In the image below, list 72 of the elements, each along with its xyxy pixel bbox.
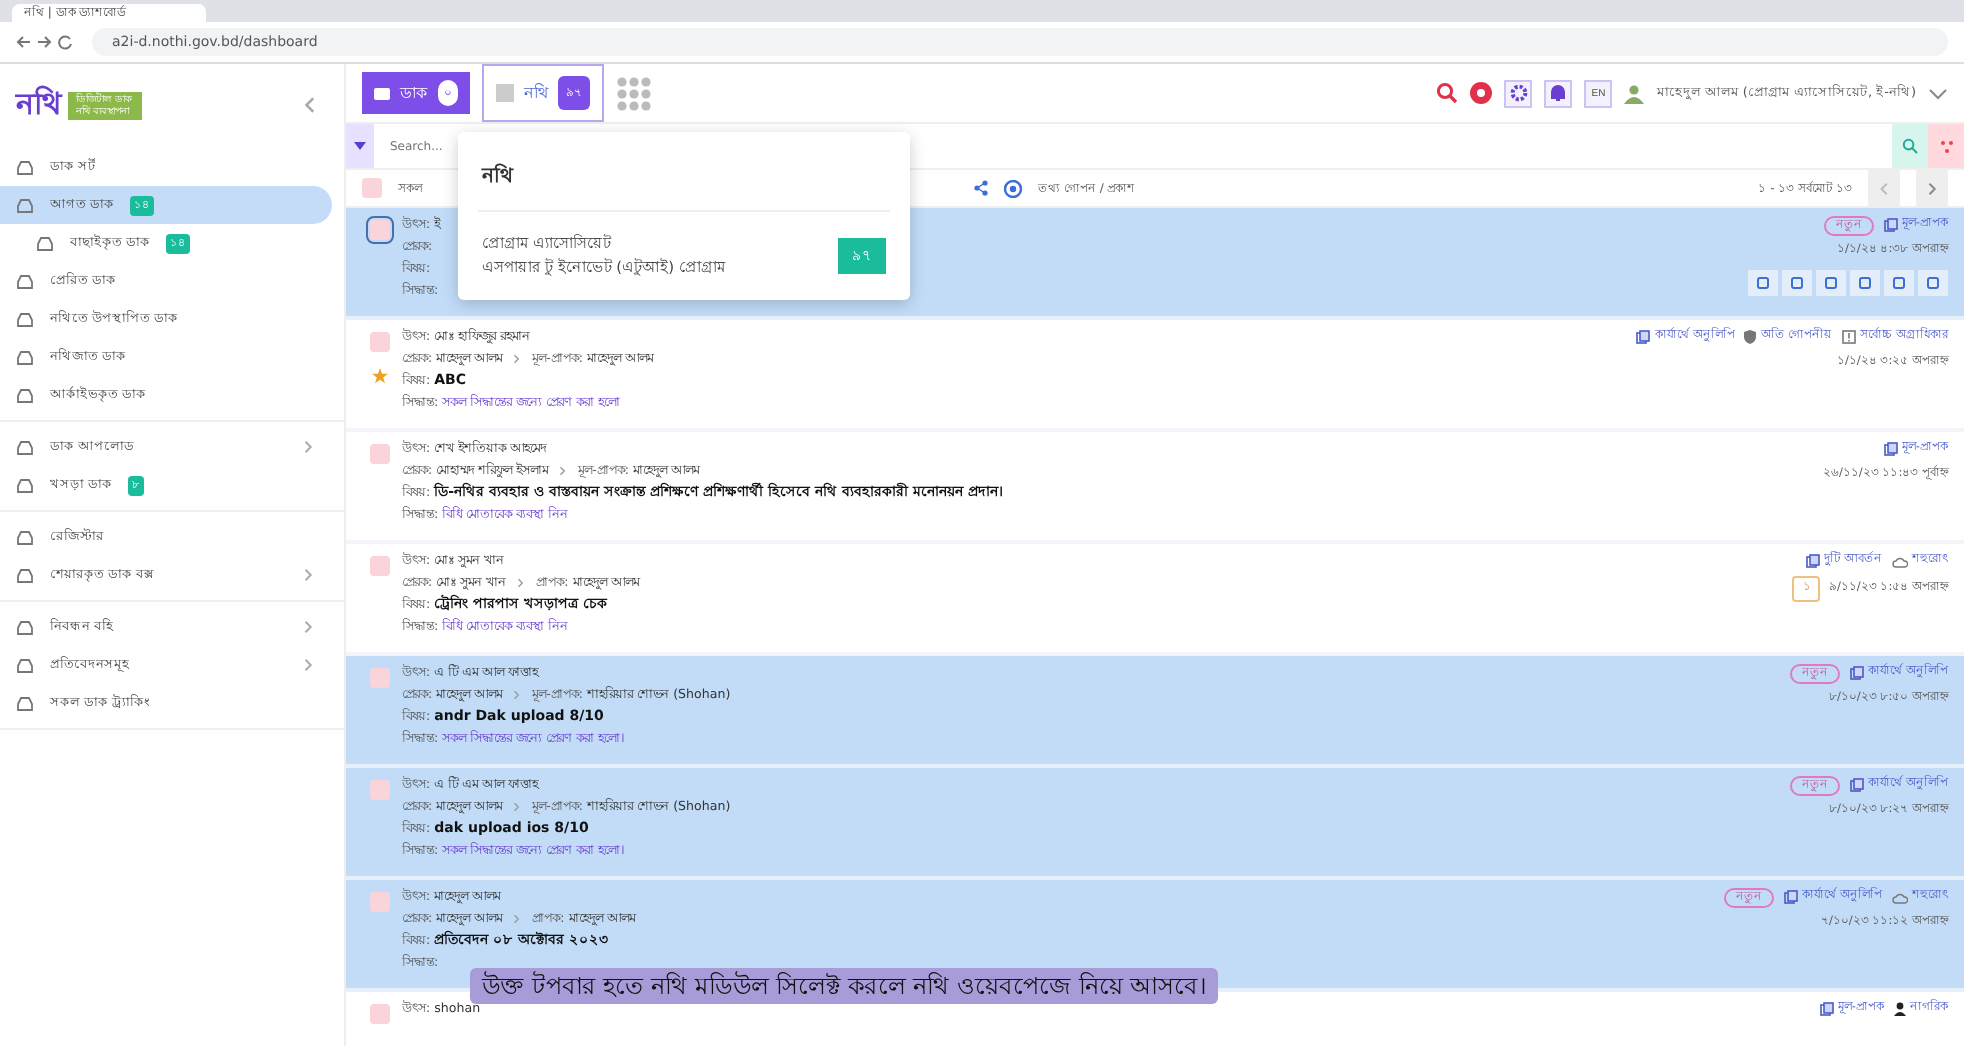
row-checkbox[interactable]: [370, 444, 390, 464]
tray-icon: [16, 349, 34, 365]
user-avatar-icon: [1624, 83, 1645, 103]
chevron-icon: [302, 620, 316, 634]
badge-icon[interactable]: [1470, 82, 1493, 104]
shield-icon: [1744, 330, 1757, 344]
exclamation-icon: [1842, 330, 1857, 344]
separator-chevron-icon: [512, 913, 523, 924]
row-checkbox[interactable]: [370, 668, 390, 688]
separator-chevron-icon: [558, 465, 569, 476]
separator-chevron-icon: [512, 689, 523, 700]
filter-dropdown[interactable]: [346, 124, 374, 168]
share-arrow-button[interactable]: [1782, 270, 1812, 296]
popup-title: নথি: [478, 148, 890, 212]
select-all-checkbox[interactable]: [362, 178, 382, 198]
settings-icon: [1509, 84, 1528, 102]
search-icon[interactable]: [1436, 82, 1459, 104]
chevron-right-icon: [1925, 181, 1939, 195]
tray-icon: [16, 197, 34, 213]
settings-button[interactable]: [1504, 79, 1533, 107]
tray-icon: [16, 387, 34, 403]
tray-icon: [16, 619, 34, 635]
chevron-down-icon[interactable]: [1928, 87, 1948, 99]
tray-icon: [36, 235, 54, 251]
chevron-left-icon: [1877, 181, 1891, 195]
clear-filter-button[interactable]: [1928, 124, 1964, 168]
chevron-icon: [302, 440, 316, 454]
bell-icon: [1550, 84, 1567, 102]
printer-button[interactable]: [1748, 270, 1778, 296]
logo-text: নথি: [16, 83, 62, 126]
search-button[interactable]: [1892, 124, 1928, 168]
dots-icon: [1939, 139, 1953, 153]
folder-button[interactable]: [1850, 270, 1880, 296]
separator-chevron-icon: [516, 577, 527, 588]
browser-nav-icon[interactable]: [16, 34, 76, 50]
cloud-icon: [1892, 555, 1908, 567]
caret-icon: [354, 142, 366, 150]
chevron-icon: [302, 658, 316, 672]
tag-button[interactable]: [1918, 270, 1948, 296]
row-checkbox[interactable]: [370, 332, 390, 352]
notification-button[interactable]: [1544, 79, 1573, 107]
subtitle-toast: উক্ত টপবার হতে নথি মডিউল সিলেক্ট করলে নথি ওয়েবপেজে নিয়ে আসবে।: [470, 968, 1219, 1004]
tray-icon: [16, 311, 34, 327]
share-icon[interactable]: [974, 180, 988, 196]
row-checkbox[interactable]: [370, 892, 390, 912]
chevron-icon: [302, 568, 316, 582]
cloud-icon: [1892, 891, 1908, 903]
star-icon[interactable]: [372, 368, 388, 384]
separator-chevron-icon: [512, 801, 523, 812]
row-checkbox[interactable]: [370, 556, 390, 576]
tray-icon: [16, 567, 34, 583]
book-button[interactable]: [1816, 270, 1846, 296]
swap-button[interactable]: [1884, 270, 1914, 296]
tray-icon: [16, 657, 34, 673]
tray-icon: [16, 273, 34, 289]
tray-icon: [16, 529, 34, 545]
tray-icon: [16, 477, 34, 493]
search-icon: [1902, 138, 1918, 154]
apps-grid-icon[interactable]: [616, 75, 652, 111]
tray-icon: [16, 159, 34, 175]
chevron-left-icon: [302, 96, 320, 114]
person-icon: [1894, 1002, 1906, 1016]
eye-icon[interactable]: [1004, 179, 1022, 197]
envelope-icon: [374, 87, 390, 99]
dak-row[interactable]: [346, 656, 1964, 768]
tray-icon: [16, 439, 34, 455]
row-checkbox[interactable]: [370, 1004, 390, 1024]
tray-icon: [16, 695, 34, 711]
row-checkbox[interactable]: [370, 220, 390, 240]
next-page-button[interactable]: [1916, 170, 1948, 206]
row-checkbox[interactable]: [370, 780, 390, 800]
separator-chevron-icon: [512, 353, 523, 364]
